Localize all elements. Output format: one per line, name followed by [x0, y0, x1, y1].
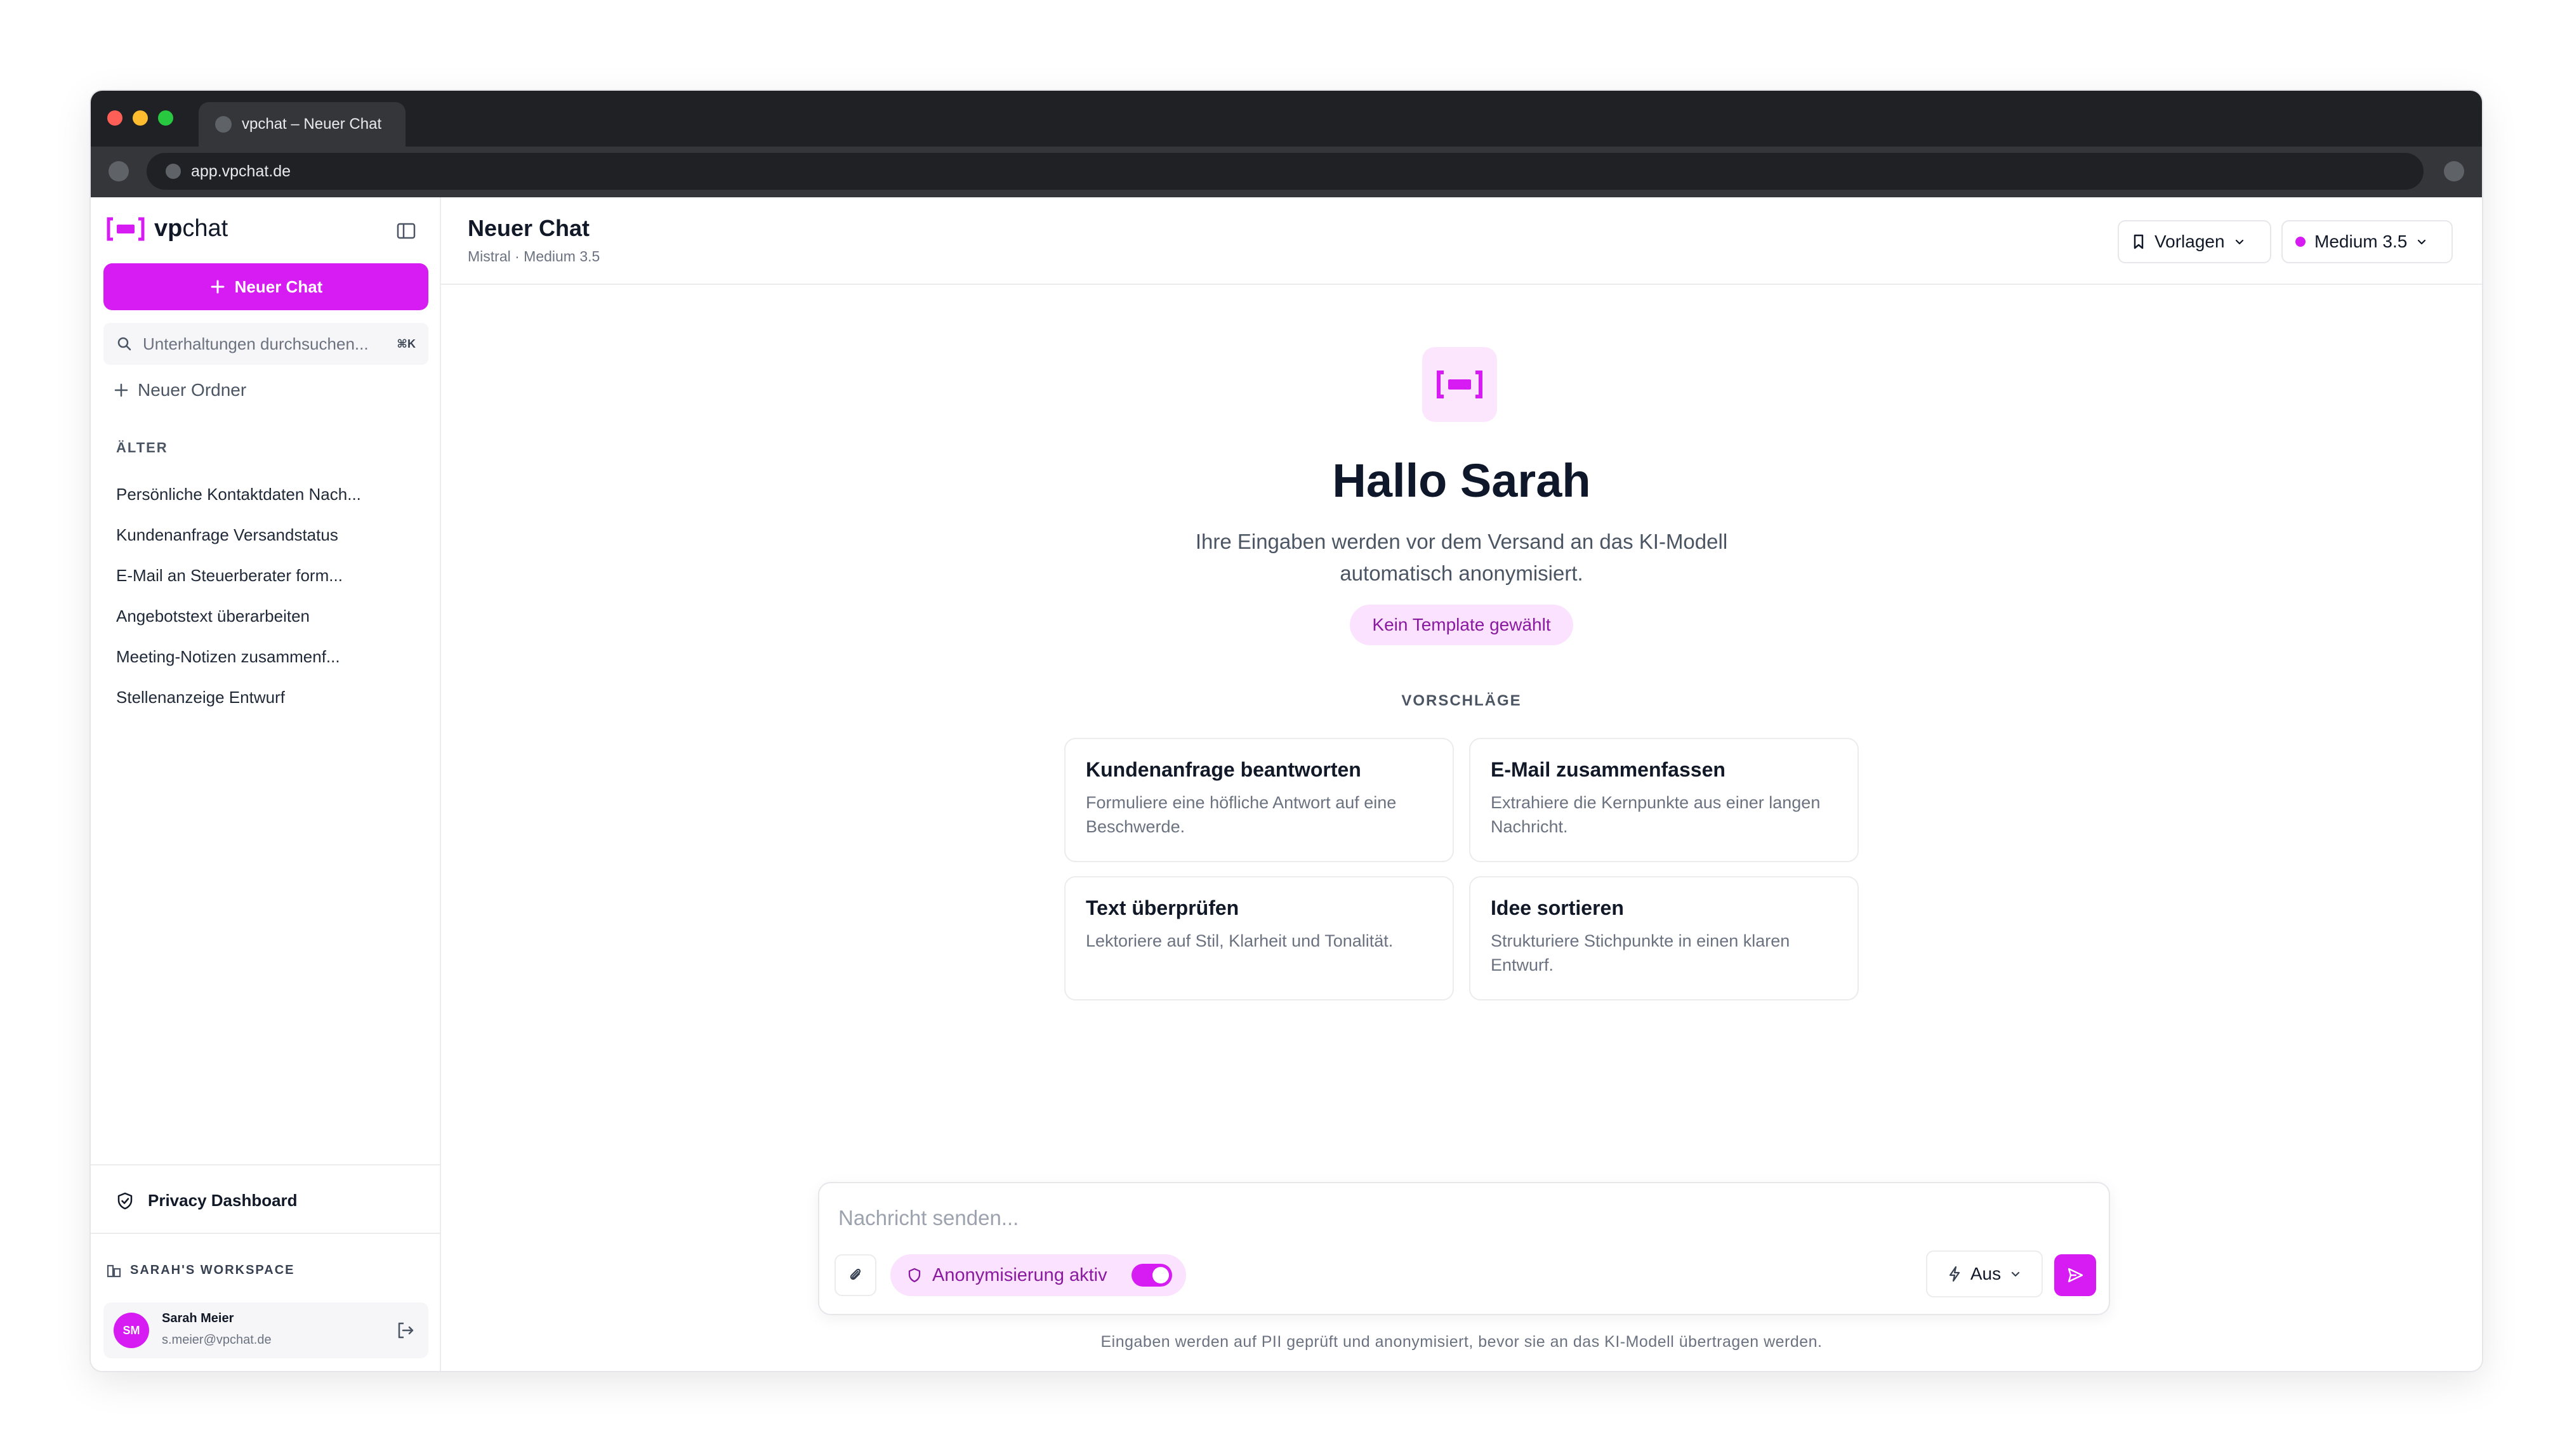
new-chat-button[interactable]: Neuer Chat: [103, 263, 428, 310]
suggestion-description: Extrahiere die Kernpunkte aus einer lang…: [1491, 793, 1821, 836]
tab-title: vpchat – Neuer Chat: [242, 115, 382, 133]
conversation-item[interactable]: Angebotstext überarbeiten: [116, 596, 421, 636]
lightning-icon: [1949, 1266, 1960, 1282]
mode-dropdown[interactable]: Aus: [1926, 1250, 2043, 1297]
browser-nav-icon[interactable]: [109, 161, 129, 181]
suggestions-heading: VORSCHLÄGE: [1401, 692, 1522, 709]
avatar: SM: [114, 1313, 149, 1348]
message-composer: Nachricht senden... Anonymisierung aktiv…: [818, 1182, 2110, 1315]
page-title: Neuer Chat: [468, 215, 590, 241]
suggestion-card[interactable]: Text überprüfen Lektoriere auf Stil, Kla…: [1064, 876, 1454, 1000]
browser-tab[interactable]: vpchat – Neuer Chat: [199, 102, 406, 147]
privacy-dashboard-label: Privacy Dashboard: [148, 1191, 298, 1210]
paperclip-icon: [850, 1268, 861, 1280]
site-info-icon[interactable]: [166, 164, 181, 179]
address-url: app.vpchat.de: [191, 162, 291, 180]
app: vpchat Neuer Chat Unterhaltungen durchsu…: [91, 197, 2482, 1371]
chevron-down-icon: [2235, 239, 2243, 245]
suggestion-title: Idee sortieren: [1491, 896, 1624, 919]
plus-icon: [114, 383, 128, 397]
main-panel: Neuer Chat Mistral · Medium 3.5 Vorlagen…: [441, 197, 2482, 1371]
templates-dropdown[interactable]: Vorlagen: [2118, 220, 2271, 263]
new-folder-button[interactable]: Neuer Ordner: [114, 380, 246, 400]
suggestion-card[interactable]: E-Mail zusammenfassen Extrahiere die Ker…: [1469, 738, 1859, 862]
privacy-footnote: Eingaben werden auf PII geprüft und anon…: [1100, 1333, 1823, 1351]
template-status-badge[interactable]: Kein Template gewählt: [1350, 605, 1573, 645]
suggestion-description: Strukturiere Stichpunkte in einen klaren…: [1491, 931, 1790, 974]
browser-profile-icon[interactable]: [2444, 161, 2464, 181]
suggestion-title: E-Mail zusammenfassen: [1491, 758, 1725, 781]
hero-logo-icon: [1422, 347, 1497, 422]
sidebar-divider: [91, 1164, 440, 1165]
attach-button[interactable]: [835, 1254, 876, 1296]
model-selector[interactable]: Medium 3.5: [2281, 220, 2453, 263]
model-label: Medium 3.5: [2314, 232, 2408, 251]
templates-label: Vorlagen: [2154, 232, 2225, 251]
privacy-dashboard-link[interactable]: Privacy Dashboard: [116, 1191, 298, 1210]
send-icon: [2068, 1268, 2083, 1283]
window-minimize-button[interactable]: [133, 110, 148, 126]
chat-header: Neuer Chat Mistral · Medium 3.5 Vorlagen…: [441, 197, 2482, 285]
browser-toolbar: app.vpchat.de: [91, 147, 2482, 197]
model-subtitle: Mistral · Medium 3.5: [468, 248, 600, 265]
anonymization-toggle-pill[interactable]: Anonymisierung aktiv: [890, 1254, 1186, 1296]
workspace-switcher[interactable]: SARAH'S WORKSPACE: [106, 1262, 295, 1278]
logo-wordmark: vpchat: [154, 215, 228, 242]
browser-titlebar: vpchat – Neuer Chat: [91, 91, 2482, 147]
suggestion-description: Formuliere eine höfliche Antwort auf ein…: [1086, 793, 1397, 836]
sidebar-toggle-icon[interactable]: [395, 220, 417, 242]
tab-favicon-icon: [215, 116, 232, 133]
vpchat-logo-icon: [107, 217, 145, 240]
search-icon: [117, 337, 131, 351]
anonymization-toggle[interactable]: [1132, 1264, 1172, 1287]
conversation-item[interactable]: Persönliche Kontaktdaten Nach...: [116, 474, 421, 515]
sidebar-divider: [91, 1233, 440, 1234]
model-status-dot: [2295, 237, 2306, 247]
send-button[interactable]: [2054, 1254, 2096, 1296]
search-placeholder: Unterhaltungen durchsuchen...: [143, 334, 369, 353]
workspace-label: SARAH'S WORKSPACE: [130, 1263, 295, 1277]
suggestion-title: Text überprüfen: [1086, 896, 1239, 919]
new-chat-label: Neuer Chat: [234, 277, 323, 296]
user-email: s.meier@vpchat.de: [162, 1333, 272, 1347]
shield-icon: [908, 1268, 921, 1283]
suggestion-card[interactable]: Idee sortieren Strukturiere Stichpunkte …: [1469, 876, 1859, 1000]
suggestion-description: Lektoriere auf Stil, Klarheit und Tonali…: [1086, 931, 1394, 950]
sidebar: vpchat Neuer Chat Unterhaltungen durchsu…: [91, 197, 441, 1371]
plus-icon: [211, 280, 225, 294]
browser-window: vpchat – Neuer Chat app.vpchat.de vpchat: [91, 91, 2482, 1371]
conversation-item[interactable]: Stellenanzeige Entwurf: [116, 677, 421, 718]
chevron-down-icon: [2012, 1271, 2020, 1277]
conversation-item[interactable]: E-Mail an Steuerberater form...: [116, 555, 421, 596]
logout-icon[interactable]: [394, 1319, 417, 1342]
chevron-down-icon: [2418, 239, 2426, 245]
suggestion-title: Kundenanfrage beantworten: [1086, 758, 1361, 781]
greeting-title: Hallo Sarah: [1332, 454, 1591, 507]
suggestion-card[interactable]: Kundenanfrage beantworten Formuliere ein…: [1064, 738, 1454, 862]
user-name: Sarah Meier: [162, 1311, 234, 1325]
app-logo[interactable]: vpchat: [106, 215, 228, 242]
mode-label: Aus: [1970, 1264, 2002, 1283]
message-input[interactable]: Nachricht senden...: [838, 1206, 1019, 1230]
anonymization-label: Anonymisierung aktiv: [932, 1264, 1107, 1285]
window-maximize-button[interactable]: [158, 110, 173, 126]
building-icon: [107, 1264, 121, 1278]
bookmark-icon: [2134, 234, 2144, 249]
greeting-subtitle: Ihre Eingaben werden vor dem Versand an …: [1195, 530, 1728, 585]
conversation-item[interactable]: Kundenanfrage Versandstatus: [116, 515, 421, 555]
conversation-list: Persönliche Kontaktdaten Nach... Kundena…: [116, 474, 421, 718]
user-card[interactable]: SM Sarah Meier s.meier@vpchat.de: [103, 1302, 428, 1358]
conversation-search-input[interactable]: Unterhaltungen durchsuchen... ⌘K: [103, 323, 428, 365]
conversation-section-label: ÄLTER: [116, 440, 168, 456]
new-folder-label: Neuer Ordner: [138, 380, 247, 400]
shield-check-icon: [117, 1192, 133, 1209]
address-bar[interactable]: app.vpchat.de: [147, 153, 2424, 190]
window-close-button[interactable]: [107, 110, 122, 126]
search-shortcut: ⌘K: [397, 337, 416, 350]
conversation-item[interactable]: Meeting-Notizen zusammenf...: [116, 636, 421, 677]
